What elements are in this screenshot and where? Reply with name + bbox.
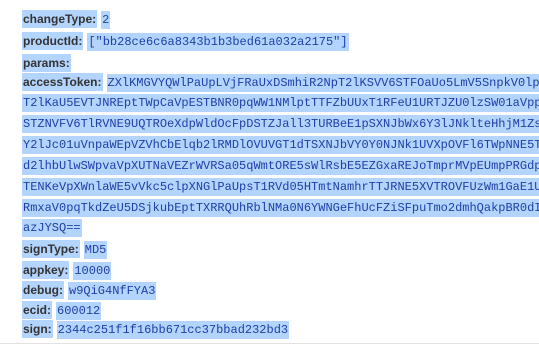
signtype-row: signType: MD5: [22, 240, 108, 259]
changetype-row: changeType: 2: [22, 10, 111, 29]
accesstoken-line-6-row: TENKeVpXWnlaWE5vVkc5clpXNGlPaUpsT1RVd05H…: [22, 178, 539, 196]
sign-key: sign:: [22, 320, 53, 338]
accesstoken-value-line-3: STZNVFV6TlRVNE9UQTROeXdpWldOcFpDSTZJall3…: [22, 115, 539, 133]
sign-value: 2344c251f1f16bb671cc37bbad232bd3: [56, 321, 290, 339]
appkey-key: appkey:: [22, 261, 70, 279]
accesstoken-row: accessToken: ZXlKMGVYQWlPaUpLVjFRaUxDSmhi…: [22, 73, 539, 92]
changetype-value: 2: [101, 11, 111, 29]
signtype-value: MD5: [83, 241, 108, 259]
productid-key: productId:: [22, 32, 84, 50]
changetype-key: changeType:: [22, 10, 98, 28]
signtype-key: signType:: [22, 240, 80, 258]
ecid-key: ecid:: [22, 301, 53, 319]
accesstoken-line-5-row: d2lhbUlwSWpvaVpXUTNaVEZrWVRSa05qWmtORE5s…: [22, 157, 539, 175]
debug-key: debug:: [22, 281, 64, 299]
accesstoken-value-line-2: T2lKaU5EVTJNREptTWpCaVpESTBNR0pqWW1NMlpt…: [22, 94, 539, 112]
debug-row: debug: w9QiG4NfFYA3: [22, 281, 157, 300]
accesstoken-line-3-row: STZNVFV6TlRVNE9UQTROeXdpWldOcFpDSTZJall3…: [22, 115, 539, 133]
accesstoken-value-line-6: TENKeVpXWnlaWE5vVkc5clpXNGlPaUpsT1RVd05H…: [22, 178, 539, 196]
accesstoken-value-line-1: ZXlKMGVYQWlPaUpLVjFRaUxDSmhiR2NpT2lKSVV6…: [106, 74, 539, 92]
accesstoken-line-8-row: azJYSQ==: [22, 219, 82, 237]
params-key: params:: [22, 54, 71, 72]
bottom-divider: [0, 343, 539, 344]
accesstoken-line-7-row: RmxaV0pqTkdZeU5DSjkubEptTXRRQUhRblNMa0N6…: [22, 199, 539, 217]
accesstoken-line-4-row: Y2lJc01uVnpaWEpVZVhCbElqb2lRMDlOVUVGT1dT…: [22, 136, 539, 154]
request-params-view: changeType: 2 productId: ["bb28ce6c6a8343b…: [0, 0, 539, 346]
params-row: params:: [22, 54, 71, 72]
accesstoken-value-line-4: Y2lJc01uVnpaWEpVZVhCbElqb2lRMDlOVUVGT1dT…: [22, 136, 539, 154]
ecid-value: 600012: [56, 302, 102, 320]
accesstoken-line-2-row: T2lKaU5EVTJNREptTWpCaVpESTBNR0pqWW1NMlpt…: [22, 94, 539, 112]
sign-row: sign: 2344c251f1f16bb671cc37bbad232bd3: [22, 320, 290, 339]
debug-value: w9QiG4NfFYA3: [68, 282, 157, 300]
appkey-value: 10000: [73, 262, 112, 280]
ecid-row: ecid: 600012: [22, 301, 102, 320]
accesstoken-value-line-5: d2lhbUlwSWpvaVpXUTNaVEZrWVRSa05qWmtORE5s…: [22, 157, 539, 175]
productid-value: ["bb28ce6c6a8343b1b3bed61a032a2175"]: [87, 33, 349, 51]
appkey-row: appkey: 10000: [22, 261, 112, 280]
accesstoken-key: accessToken:: [22, 73, 103, 91]
accesstoken-value-line-8: azJYSQ==: [22, 219, 82, 237]
productid-row: productId: ["bb28ce6c6a8343b1b3bed61a032a…: [22, 32, 349, 51]
accesstoken-value-line-7: RmxaV0pqTkdZeU5DSjkubEptTXRRQUhRblNMa0N6…: [22, 199, 539, 217]
